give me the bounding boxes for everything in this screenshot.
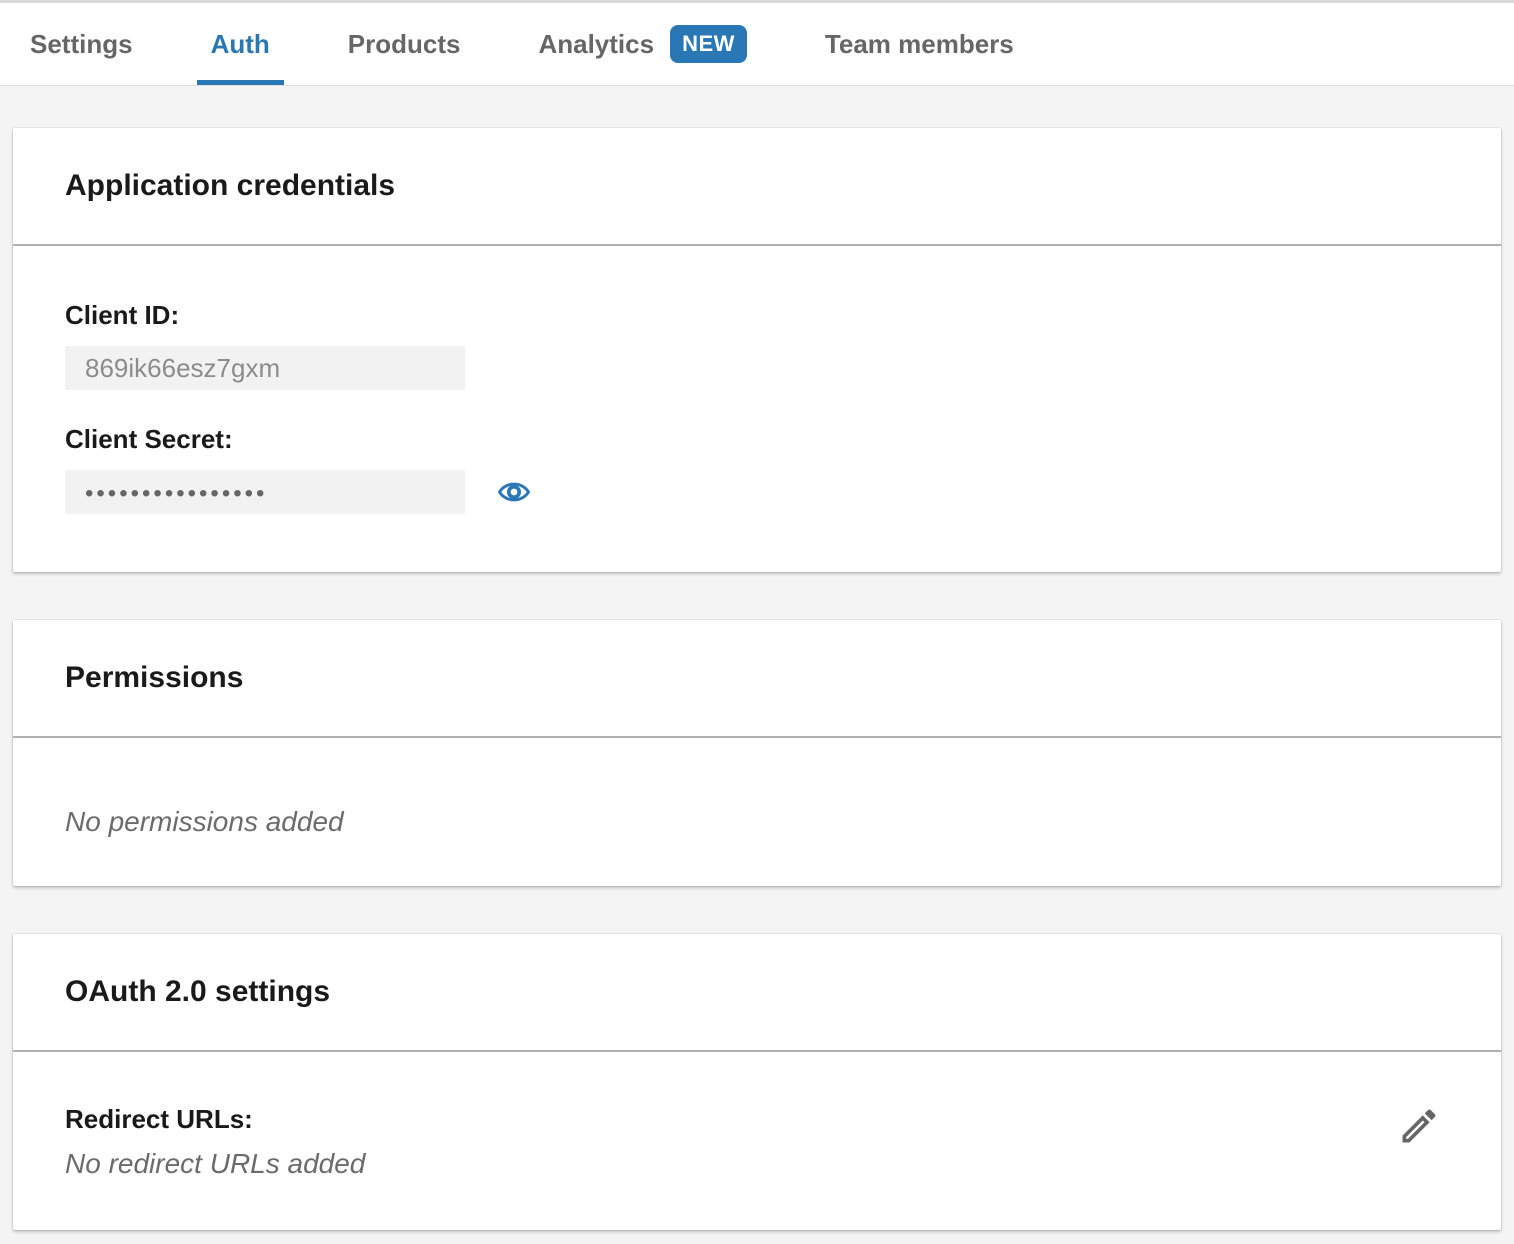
oauth-settings-header: OAuth 2.0 settings bbox=[13, 934, 1501, 1052]
permissions-header: Permissions bbox=[13, 620, 1501, 738]
tab-auth[interactable]: Auth bbox=[197, 3, 284, 85]
permissions-card: Permissions No permissions added bbox=[13, 620, 1501, 886]
tab-settings-label: Settings bbox=[30, 29, 133, 60]
client-id-value: 869ik66esz7gxm bbox=[85, 353, 280, 384]
client-secret-field[interactable]: •••••••••••••••• bbox=[65, 470, 465, 514]
redirect-urls-empty-text: No redirect URLs added bbox=[65, 1148, 365, 1180]
redirect-urls-label: Redirect URLs: bbox=[65, 1104, 365, 1134]
application-credentials-body: Client ID: 869ik66esz7gxm Client Secret:… bbox=[13, 246, 1501, 572]
pencil-icon bbox=[1397, 1104, 1441, 1148]
application-credentials-title: Application credentials bbox=[65, 168, 1449, 204]
oauth-settings-card: OAuth 2.0 settings Redirect URLs: No red… bbox=[13, 934, 1501, 1230]
tab-products-label: Products bbox=[348, 29, 461, 60]
application-credentials-header: Application credentials bbox=[13, 128, 1501, 246]
tab-settings[interactable]: Settings bbox=[16, 3, 147, 85]
tab-bar: Settings Auth Products Analytics NEW Tea… bbox=[0, 0, 1514, 86]
tab-team-members-label: Team members bbox=[825, 29, 1014, 60]
new-badge: NEW bbox=[670, 25, 747, 63]
permissions-empty-text: No permissions added bbox=[65, 806, 1449, 838]
tab-analytics[interactable]: Analytics NEW bbox=[524, 3, 760, 85]
client-id-label: Client ID: bbox=[65, 300, 1449, 330]
main-content: Application credentials Client ID: 869ik… bbox=[0, 86, 1514, 1230]
client-id-field[interactable]: 869ik66esz7gxm bbox=[65, 346, 465, 390]
client-secret-label: Client Secret: bbox=[65, 424, 1449, 454]
client-secret-row: •••••••••••••••• bbox=[65, 454, 1449, 514]
tab-analytics-label: Analytics bbox=[538, 29, 654, 60]
eye-icon bbox=[497, 475, 531, 509]
tab-products[interactable]: Products bbox=[334, 3, 475, 85]
tab-auth-label: Auth bbox=[211, 29, 270, 60]
application-credentials-card: Application credentials Client ID: 869ik… bbox=[13, 128, 1501, 572]
client-secret-masked-value: •••••••••••••••• bbox=[85, 478, 267, 506]
permissions-body: No permissions added bbox=[13, 738, 1501, 886]
permissions-title: Permissions bbox=[65, 660, 1449, 696]
reveal-secret-button[interactable] bbox=[497, 475, 531, 509]
oauth-settings-body: Redirect URLs: No redirect URLs added bbox=[13, 1052, 1501, 1230]
redirect-urls-block: Redirect URLs: No redirect URLs added bbox=[65, 1104, 365, 1180]
oauth-settings-title: OAuth 2.0 settings bbox=[65, 974, 1449, 1010]
edit-redirect-urls-button[interactable] bbox=[1397, 1104, 1441, 1148]
tab-team-members[interactable]: Team members bbox=[811, 3, 1028, 85]
